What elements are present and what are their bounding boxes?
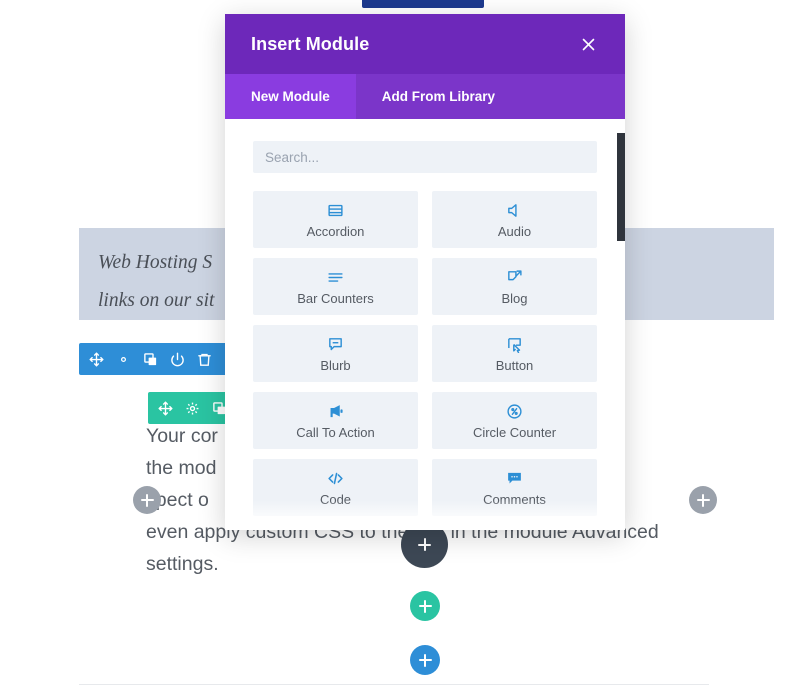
plus-icon [419, 654, 432, 667]
tab-new-module[interactable]: New Module [225, 74, 356, 119]
code-icon [326, 469, 345, 488]
module-tile-button[interactable]: Button [432, 325, 597, 382]
comments-icon [505, 469, 524, 488]
divider [79, 684, 709, 685]
gear-icon[interactable] [182, 398, 202, 418]
add-section-button[interactable] [410, 645, 440, 675]
power-icon[interactable] [167, 349, 187, 369]
module-label: Circle Counter [472, 424, 557, 440]
trash-icon[interactable] [194, 349, 214, 369]
plus-icon [141, 494, 154, 507]
move-icon[interactable] [86, 349, 106, 369]
accordion-icon [326, 201, 345, 220]
module-tile-call-to-action[interactable]: Call To Action [253, 392, 418, 449]
move-icon[interactable] [155, 398, 175, 418]
module-label: Comments [483, 491, 546, 507]
module-tile-audio[interactable]: Audio [432, 191, 597, 248]
plus-icon [697, 494, 710, 507]
audio-icon [505, 201, 524, 220]
module-label: Accordion [306, 223, 365, 239]
search-input[interactable] [253, 141, 597, 173]
button-icon [505, 335, 524, 354]
top-section-bar [362, 0, 484, 8]
circle-counter-icon [505, 402, 524, 421]
module-label: Call To Action [296, 424, 375, 440]
module-toolbar-blue[interactable] [79, 343, 242, 375]
module-tile-circle-counter[interactable]: Circle Counter [432, 392, 597, 449]
insert-module-modal: Insert Module New Module Add From Librar… [225, 14, 625, 530]
module-label: Code [319, 491, 352, 507]
module-tile-blog[interactable]: Blog [432, 258, 597, 315]
add-column-right-button[interactable] [689, 486, 717, 514]
modal-title: Insert Module [251, 33, 370, 54]
tab-new-module-label: New Module [251, 89, 330, 104]
module-tile-comments[interactable]: Comments [432, 459, 597, 516]
module-label: Blurb [320, 357, 351, 373]
add-row-button[interactable] [410, 591, 440, 621]
tab-add-from-library[interactable]: Add From Library [356, 74, 521, 119]
modal-header: Insert Module [225, 14, 625, 74]
module-tile-bar-counters[interactable]: Bar Counters [253, 258, 418, 315]
blurb-icon [326, 335, 345, 354]
module-label: Button [495, 357, 534, 373]
duplicate-icon[interactable] [140, 349, 160, 369]
modal-scrollbar[interactable] [617, 133, 625, 241]
bar-counters-icon [326, 268, 345, 287]
blog-icon [505, 268, 524, 287]
call-to-action-icon [326, 402, 345, 421]
module-grid: Accordion Audio Bar Counters Blog Blurb … [253, 191, 597, 516]
plus-icon [418, 538, 431, 551]
tab-add-from-library-label: Add From Library [381, 89, 496, 104]
close-icon[interactable] [577, 33, 599, 55]
module-label: Blog [501, 290, 528, 306]
module-tile-accordion[interactable]: Accordion [253, 191, 418, 248]
gear-icon[interactable] [113, 349, 133, 369]
module-label: Audio [497, 223, 532, 239]
module-tile-blurb[interactable]: Blurb [253, 325, 418, 382]
module-tile-code[interactable]: Code [253, 459, 418, 516]
modal-body: Accordion Audio [225, 119, 625, 530]
screen: Web Hosting S ugh referral links on our … [0, 0, 788, 693]
modal-tabs: New Module Add From Library [225, 74, 625, 119]
module-label: Bar Counters [297, 290, 374, 306]
add-column-left-button[interactable] [133, 486, 161, 514]
plus-icon [419, 600, 432, 613]
